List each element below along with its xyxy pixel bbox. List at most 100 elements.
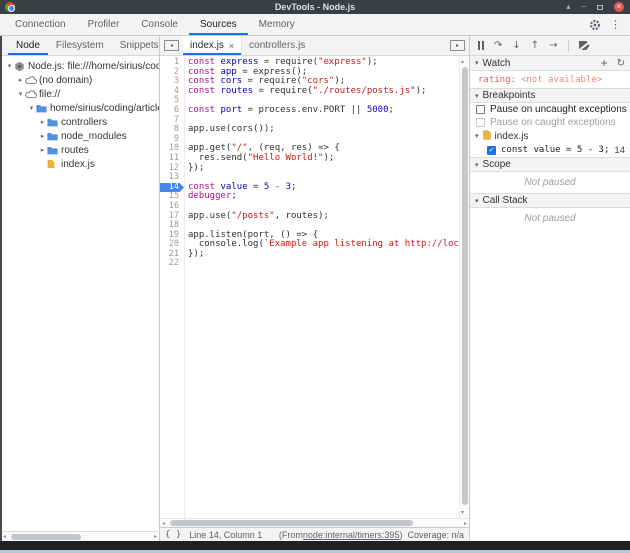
tree-expanded-icon[interactable]: ▾ [27,104,36,112]
scope-empty-message: Not paused [524,177,576,188]
step-icon[interactable]: → [549,40,557,51]
step-over-icon[interactable]: ↷ [494,40,502,51]
code-line: 12}); [160,162,459,174]
code-line: 17 app.use("/posts", routes); [160,211,459,222]
tree-collapsed-icon[interactable]: ▸ [38,132,47,140]
tree-item-home-sirius-coding-article-proje[interactable]: ▾ home/sirius/coding/article-proje [2,101,159,115]
tab-node[interactable]: Node [8,36,48,55]
deactivate-breakpoints-icon[interactable] [577,40,591,52]
line-number[interactable]: 6 [160,105,184,116]
line-number[interactable]: 2 [160,67,184,78]
pretty-print-icon[interactable]: { } [165,530,181,540]
scroll-up-icon[interactable]: ▴ [461,57,464,66]
tab-profiler[interactable]: Profiler [77,14,131,35]
shade-window-icon[interactable]: ▴ [566,3,570,11]
tree-item-controllers[interactable]: ▸ controllers [2,115,159,129]
tab-filesystem[interactable]: Filesystem [48,36,112,55]
pause-icon[interactable] [478,41,484,50]
scrollbar-thumb[interactable] [170,520,413,526]
chevron-down-icon: ▾ [475,196,479,205]
line-number[interactable]: 4 [160,86,184,97]
breakpoint-entry[interactable]: ✓ const value = 5 - 3; 14 [470,143,630,157]
cloud-icon [25,89,39,99]
scroll-left-icon[interactable]: ◂ [3,532,6,541]
line-number[interactable]: 3 [160,77,184,87]
kebab-menu-icon[interactable]: ⋮ [610,14,621,35]
code-lines[interactable]: 1 const express = require("express"); 2 con… [160,56,459,518]
tree-item-index-js[interactable]: index.js [2,157,159,171]
line-number[interactable]: 5 [160,96,184,106]
tree-collapsed-icon[interactable]: ▸ [16,76,25,84]
show-debugger-icon[interactable]: ▸ [450,40,465,51]
from-suffix: ) [399,529,403,540]
watch-section-header[interactable]: ▾ Watch + ↻ [470,56,630,71]
add-watch-icon[interactable]: + [601,56,608,70]
breakpoint-file-group[interactable]: ▾ index.js [470,129,630,143]
chevron-down-icon: ▾ [475,91,479,100]
pause-caught-checkbox[interactable] [476,118,485,127]
chevron-down-icon: ▾ [475,59,479,67]
folder-icon [47,118,61,127]
scroll-down-icon[interactable]: ▾ [461,508,464,517]
hide-navigator-icon[interactable]: ◂ [164,40,179,51]
source-link[interactable]: node:internal/timers:395 [303,530,400,540]
close-window-icon[interactable]: × [614,2,624,12]
refresh-watch-icon[interactable]: ↻ [617,58,625,69]
line-number[interactable]: 22 [160,259,184,269]
tree-item-routes[interactable]: ▸ routes [2,143,159,157]
tree-item-node-js-file-home-sirius-coding-a[interactable]: ▾ Node.js: file:///home/sirius/coding/a [2,59,159,73]
minimize-window-icon[interactable]: − [581,3,586,11]
line-number[interactable]: 1 [160,57,184,68]
editor-tab-controllersjs[interactable]: controllers.js [242,36,312,55]
tree-item-file-[interactable]: ▾ file:// [2,87,159,101]
tree-item-label: file:// [39,88,61,100]
tree-collapsed-icon[interactable]: ▸ [38,118,47,126]
tree-collapsed-icon[interactable]: ▸ [38,146,47,154]
close-tab-icon[interactable]: × [229,41,234,51]
tab-connection[interactable]: Connection [4,14,77,35]
tree-expanded-icon[interactable]: ▾ [16,90,25,98]
code-editor[interactable]: 1 const express = require("express"); 2 con… [160,56,469,518]
tab-console[interactable]: Console [130,14,189,35]
tab-memory[interactable]: Memory [248,14,306,35]
file-icon [482,130,491,143]
line-number[interactable]: 13 [160,173,184,183]
step-out-icon[interactable]: ↑ [531,40,539,51]
code-line-content: }); [188,162,205,173]
watch-expression-row[interactable]: rating: <not available> [470,71,630,88]
editor-status-bar: { } Line 14, Column 1 (From node:interna… [160,527,469,541]
breakpoint-code: const value = 5 - 3; [501,145,610,155]
line-number[interactable]: 7 [160,115,184,126]
pause-uncaught-checkbox[interactable] [476,105,485,114]
scope-section-header[interactable]: ▾ Scope [470,157,630,172]
gear-icon[interactable] [589,14,601,35]
tab-snippets[interactable]: Snippets [112,36,167,55]
editor-horizontal-scrollbar[interactable]: ◂ ▸ [160,518,469,527]
code-line-content: app.use(cors()); [188,124,275,135]
node-icon [14,61,28,72]
call-stack-section-header[interactable]: ▾ Call Stack [470,193,630,208]
tree-item--no-domain-[interactable]: ▸ (no domain) [2,73,159,87]
scroll-right-icon[interactable]: ▸ [464,519,467,528]
step-into-icon[interactable]: ↓ [512,40,520,51]
scrollbar-thumb[interactable] [11,533,81,540]
navigator-horizontal-scrollbar[interactable]: ◂ ▸ [2,531,159,541]
tab-sources[interactable]: Sources [189,14,248,35]
editor-tab-indexjs[interactable]: index.js × [183,36,243,55]
breakpoint-enabled-checkbox[interactable]: ✓ [487,145,496,155]
code-line-content: const port = process.env.PORT || 5000; [188,104,394,115]
debug-toolbar: ↷ ↓ ↑ → [470,36,630,56]
scroll-left-icon[interactable]: ◂ [162,519,165,528]
tree-item-node-modules[interactable]: ▸ node_modules [2,129,159,143]
scroll-right-icon[interactable]: ▸ [154,532,157,541]
pause-caught-row[interactable]: Pause on caught exceptions [470,116,630,129]
folder-icon [36,104,50,113]
breakpoints-section-header[interactable]: ▾ Breakpoints [470,88,630,103]
tree-expanded-icon[interactable]: ▾ [5,62,14,70]
scrollbar-thumb[interactable] [461,67,468,505]
editor-vertical-scrollbar[interactable]: ▴ ▾ [459,56,469,518]
restore-window-icon[interactable] [597,4,603,10]
line-number[interactable]: 8 [160,125,184,135]
pause-uncaught-row[interactable]: Pause on uncaught exceptions [470,103,630,116]
window-title: DevTools - Node.js [274,2,356,12]
